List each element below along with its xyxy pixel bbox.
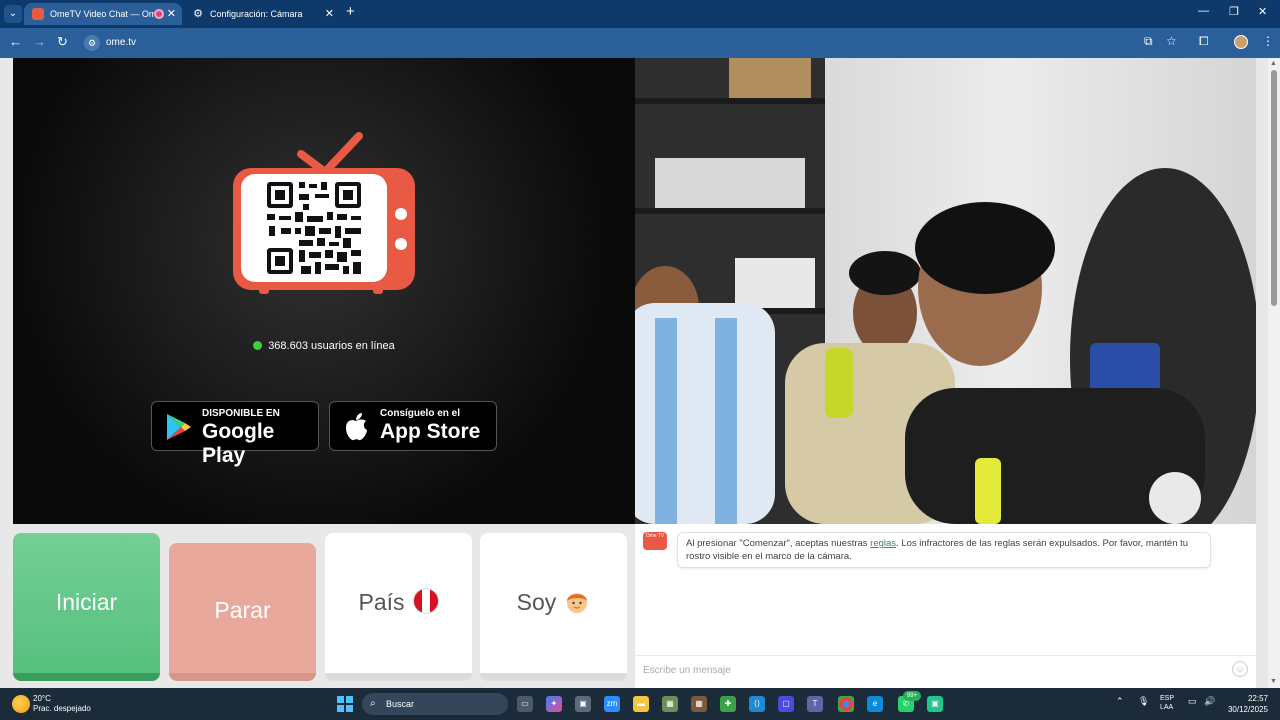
language-indicator[interactable]: ESP LAA: [1160, 694, 1174, 712]
message-input[interactable]: Escribe un mensaje: [635, 655, 1256, 685]
search-icon: ⌕: [370, 698, 376, 709]
stop-button[interactable]: Parar: [169, 543, 316, 681]
zoom-icon[interactable]: zm: [604, 696, 620, 712]
google-play-badge[interactable]: DISPONIBLE EN Google Play: [151, 401, 319, 467]
keyboard-layout: LAA: [1160, 704, 1174, 711]
file-explorer-icon[interactable]: ▬: [633, 696, 649, 712]
bookmark-star-icon[interactable]: ☆: [1166, 34, 1177, 48]
google-play-small: DISPONIBLE EN: [202, 408, 280, 419]
chat-panel: Ome TV Al presionar "Comenzar", aceptas …: [635, 524, 1256, 688]
ometv-chat-logo: Ome TV: [643, 532, 667, 550]
copilot-icon[interactable]: ✦: [546, 696, 562, 712]
tab-camera-settings[interactable]: ⚙ Configuración: Cámara ✕: [184, 3, 340, 25]
online-dot-icon: [253, 341, 263, 350]
start-button[interactable]: Iniciar: [13, 533, 160, 681]
weather-sun-icon[interactable]: [12, 695, 30, 713]
scroll-down-icon[interactable]: ▼: [1270, 678, 1277, 685]
emoji-icon[interactable]: ☺: [1232, 661, 1248, 677]
tab-ometv[interactable]: OmeTV Video Chat — Ome ✕: [24, 3, 182, 25]
gender-label: Soy: [516, 589, 557, 615]
rules-link[interactable]: reglas: [870, 538, 896, 549]
reload-button[interactable]: ↻: [57, 34, 68, 50]
taskbar-search[interactable]: ⌕ Buscar: [362, 693, 508, 715]
new-tab-button[interactable]: +: [346, 3, 355, 20]
tray-overflow-icon[interactable]: ⌃: [1116, 696, 1124, 707]
microphone-icon[interactable]: 🎙: [1138, 696, 1149, 707]
back-button[interactable]: ←: [9, 34, 22, 49]
edge-icon[interactable]: e: [867, 696, 883, 712]
chrome-icon[interactable]: [838, 696, 854, 712]
menu-icon[interactable]: ⋮: [1262, 34, 1274, 48]
tv-qr-logo-icon: [233, 132, 415, 294]
boy-face-icon: [567, 593, 588, 613]
weather-condition: Prac. despejado: [33, 704, 91, 713]
self-camera-video: [635, 58, 1256, 524]
stranger-video-panel: 368.603 usuarios en línea DISPONIBLE EN …: [13, 58, 635, 524]
page-scrollbar[interactable]: ▲ ▼: [1268, 58, 1280, 688]
app-icon-2[interactable]: ▦: [691, 696, 707, 712]
forward-button[interactable]: →: [33, 34, 46, 49]
windows-taskbar: 20°C Prac. despejado ⌕ Buscar ▭ ✦ ▣ zm ▬…: [0, 688, 1280, 720]
vscode-icon[interactable]: ⟨⟩: [749, 696, 765, 712]
app-store-big: App Store: [380, 420, 481, 443]
country-button[interactable]: País: [325, 533, 472, 681]
start-menu-icon[interactable]: [337, 696, 353, 712]
tab-title: Configuración: Cámara: [210, 9, 303, 19]
cast-icon[interactable]: ⧉: [1144, 34, 1153, 49]
app-icon-1[interactable]: ▦: [662, 696, 678, 712]
gender-button[interactable]: Soy: [480, 533, 627, 681]
weather-widget[interactable]: 20°C Prac. despejado: [33, 694, 91, 714]
teams-icon[interactable]: T: [807, 696, 823, 712]
profile-avatar[interactable]: [1234, 35, 1248, 49]
address-bar[interactable]: ⚙ ome.tv: [80, 31, 1210, 55]
minimize-button[interactable]: —: [1198, 5, 1209, 17]
app-icon-3[interactable]: ▢: [778, 696, 794, 712]
extensions-icon[interactable]: ⧠: [1199, 34, 1209, 49]
tab-title: OmeTV Video Chat — Ome: [50, 9, 162, 19]
online-text: 368.603 usuarios en línea: [268, 340, 395, 352]
scrollbar-thumb[interactable]: [1271, 70, 1277, 306]
apple-icon: [346, 413, 367, 441]
app-icon-4[interactable]: ▣: [927, 696, 943, 712]
recording-indicator-icon: [154, 9, 164, 19]
country-label: País: [358, 589, 405, 615]
taskbar-clock[interactable]: 22:57 30/12/2025: [1226, 693, 1268, 715]
close-tab-icon[interactable]: ✕: [325, 3, 334, 25]
whatsapp-badge: 99+: [903, 691, 921, 701]
task-view-icon[interactable]: ▭: [517, 696, 533, 712]
language-code: ESP: [1160, 695, 1175, 702]
app-store-small: Consíguelo en el: [380, 408, 461, 419]
search-label: Buscar: [386, 699, 415, 709]
google-play-icon: [167, 414, 191, 440]
close-window-button[interactable]: ✕: [1258, 5, 1267, 18]
peru-flag-icon: [412, 588, 439, 614]
browser-tabstrip: ⌄ OmeTV Video Chat — Ome ✕ ⚙ Configuraci…: [0, 0, 1280, 28]
message-text-start: Al presionar "Comenzar", aceptas nuestra…: [686, 538, 871, 549]
ometv-page: 368.603 usuarios en línea DISPONIBLE EN …: [0, 58, 1280, 688]
site-info-icon[interactable]: ⚙: [84, 35, 100, 51]
address-text: ome.tv: [106, 37, 137, 48]
temperature: 20°C: [33, 694, 51, 703]
close-tab-icon[interactable]: ✕: [167, 3, 176, 25]
online-users-count: 368.603 usuarios en línea: [13, 340, 635, 352]
clock-time: 22:57: [1247, 694, 1268, 703]
ometv-favicon-icon: [32, 8, 44, 20]
volume-icon[interactable]: 🔊: [1204, 696, 1215, 707]
minecraft-icon[interactable]: ✚: [720, 696, 736, 712]
clock-date: 30/12/2025: [1227, 705, 1268, 714]
tab-search-button[interactable]: ⌄: [4, 5, 22, 23]
scroll-up-icon[interactable]: ▲: [1270, 60, 1277, 67]
network-icon[interactable]: ▭: [1188, 696, 1197, 707]
store-icon[interactable]: ▣: [575, 696, 591, 712]
system-message: Al presionar "Comenzar", aceptas nuestra…: [677, 532, 1211, 568]
restore-button[interactable]: ❐: [1229, 5, 1239, 18]
google-play-big: Google Play: [202, 420, 275, 467]
gear-icon: ⚙: [193, 8, 203, 20]
app-store-badge[interactable]: Consíguelo en el App Store: [329, 401, 497, 451]
camera-feed-image: [635, 58, 1256, 524]
browser-toolbar: ← → ↻ ⚙ ome.tv ⧉ ☆ ⧠ ⋮: [0, 28, 1280, 58]
